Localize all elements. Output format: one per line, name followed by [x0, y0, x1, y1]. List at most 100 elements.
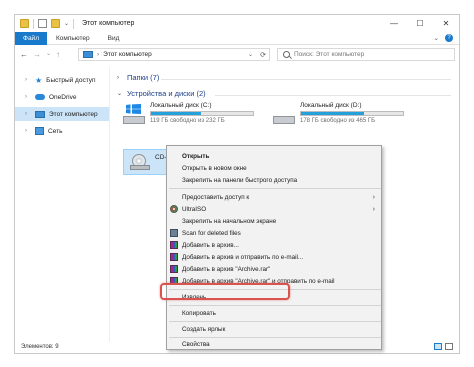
- drive-tray-icon: [130, 165, 150, 170]
- menu-item-copy[interactable]: Копировать: [167, 307, 381, 319]
- ribbon-tabs: Файл Компьютер Вид ⌄ ?: [15, 31, 459, 45]
- menu-divider: [169, 188, 381, 189]
- window-controls: — ☐ ✕: [381, 15, 459, 32]
- chevron-right-icon[interactable]: ›: [25, 128, 31, 134]
- group-divider: [161, 79, 451, 80]
- quick-access-toolbar: ⌄: [15, 18, 75, 29]
- drive-free-space: 119 ГБ свободно из 232 ГБ: [150, 118, 225, 124]
- menu-item-add-archive[interactable]: Добавить в архив...: [167, 239, 381, 251]
- drive-d[interactable]: Локальный диск (D:) 178 ГБ свободно из 4…: [273, 102, 404, 124]
- submenu-arrow-icon: ›: [372, 205, 375, 213]
- cd-drive-icon: [130, 154, 150, 170]
- toolbar-divider: [73, 18, 75, 29]
- maximize-button[interactable]: ☐: [407, 15, 433, 32]
- address-bar-row: ← → ⌄ ↑ › Этот компьютер ⌄ ⟳ Поиск: Этот…: [15, 46, 459, 63]
- up-arrow-icon[interactable]: ↑: [56, 50, 60, 59]
- drive-name: Локальный диск (C:): [150, 102, 212, 109]
- menu-item-pin-start[interactable]: Закрепить на начальном экране: [167, 215, 381, 227]
- menu-item-open-new-window[interactable]: Открыть в новом окне: [167, 162, 381, 174]
- sidebar-item-label: OneDrive: [49, 93, 77, 101]
- chevron-right-icon[interactable]: ›: [25, 111, 31, 117]
- ultraiso-icon: [170, 205, 178, 213]
- menu-item-label: Предоставить доступ к: [182, 193, 250, 201]
- chevron-right-icon[interactable]: ›: [25, 77, 31, 83]
- context-menu: Открыть Открыть в новом окне Закрепить н…: [166, 145, 382, 350]
- winrar-icon: [170, 265, 178, 273]
- large-icons-view-icon[interactable]: [445, 343, 453, 350]
- winrar-icon: [170, 241, 178, 249]
- menu-item-scan-deleted[interactable]: Scan for deleted files: [167, 227, 381, 239]
- sidebar-item-onedrive[interactable]: › OneDrive: [15, 90, 109, 104]
- toolbar-divider: [33, 18, 34, 29]
- hard-drive-icon: [273, 104, 295, 124]
- group-label: Папки (7): [127, 73, 160, 82]
- network-icon: [35, 127, 44, 135]
- search-input[interactable]: Поиск: Этот компьютер: [277, 48, 455, 61]
- breadcrumb[interactable]: Этот компьютер: [103, 51, 152, 58]
- winrar-icon: [170, 253, 178, 261]
- chevron-right-icon[interactable]: ›: [25, 94, 31, 100]
- menu-divider: [169, 305, 381, 306]
- menu-item-create-shortcut[interactable]: Создать ярлык: [167, 323, 381, 335]
- search-placeholder: Поиск: Этот компьютер: [294, 51, 365, 58]
- menu-item-label: Scan for deleted files: [182, 229, 241, 237]
- details-view-icon[interactable]: [434, 343, 442, 350]
- group-header-folders[interactable]: › Папки (7): [117, 73, 159, 82]
- help-icon[interactable]: ?: [445, 34, 453, 42]
- title-bar: ⌄ Этот компьютер — ☐ ✕: [15, 15, 459, 32]
- menu-item-label: Добавить в архив...: [182, 241, 239, 249]
- chevron-right-icon[interactable]: ›: [117, 75, 123, 81]
- breadcrumb-chevron-icon[interactable]: ›: [97, 51, 99, 58]
- sidebar-item-label: Этот компьютер: [49, 110, 98, 118]
- chevron-down-icon[interactable]: ⌄: [117, 90, 123, 97]
- navigation-buttons: ← → ⌄ ↑: [15, 50, 60, 59]
- tab-file[interactable]: Файл: [15, 31, 47, 45]
- hard-drive-icon: [273, 116, 295, 124]
- tab-view[interactable]: Вид: [99, 32, 129, 45]
- drive-usage-bar: [150, 111, 254, 116]
- eject-highlight-outline: [160, 283, 290, 300]
- back-arrow-icon[interactable]: ←: [20, 50, 28, 59]
- item-count: Элементов: 9: [21, 344, 59, 350]
- drive-c[interactable]: Локальный диск (C:) 119 ГБ свободно из 2…: [123, 102, 254, 124]
- refresh-icon[interactable]: ⟳: [260, 51, 266, 59]
- menu-item-properties[interactable]: Свойства: [167, 338, 381, 350]
- address-dropdown-icon[interactable]: ⌄: [248, 51, 253, 58]
- drive-usage-fill: [301, 112, 365, 115]
- folder-icon[interactable]: [20, 19, 29, 28]
- forward-arrow-icon[interactable]: →: [33, 50, 41, 59]
- recent-locations-icon[interactable]: ⌄: [46, 50, 51, 59]
- group-header-devices[interactable]: ⌄ Устройства и диски (2): [117, 89, 206, 98]
- minimize-button[interactable]: —: [381, 15, 407, 32]
- hard-drive-icon: [123, 116, 145, 124]
- customize-toolbar-icon[interactable]: ⌄: [64, 20, 69, 27]
- menu-item-add-archive-rar[interactable]: Добавить в архив "Archive.rar": [167, 263, 381, 275]
- computer-icon: [35, 110, 45, 118]
- close-button[interactable]: ✕: [433, 15, 459, 32]
- menu-item-label: Добавить в архив и отправить по e-mail..…: [182, 253, 304, 261]
- sidebar-item-label: Сеть: [48, 127, 63, 135]
- tab-computer[interactable]: Компьютер: [47, 32, 99, 45]
- view-switcher: [434, 343, 453, 350]
- menu-item-add-archive-email[interactable]: Добавить в архив и отправить по e-mail..…: [167, 251, 381, 263]
- address-field[interactable]: › Этот компьютер ⌄ ⟳: [78, 48, 270, 61]
- expand-ribbon-icon[interactable]: ⌄: [434, 34, 439, 42]
- group-label: Устройства и диски (2): [127, 89, 206, 98]
- properties-icon[interactable]: [38, 19, 47, 28]
- menu-item-give-access[interactable]: Предоставить доступ к ›: [167, 191, 381, 203]
- drive-info: Локальный диск (C:) 119 ГБ свободно из 2…: [150, 102, 254, 124]
- group-divider: [215, 95, 451, 96]
- menu-item-pin-quick-access[interactable]: Закрепить на панели быстрого доступа: [167, 174, 381, 186]
- new-folder-icon[interactable]: [51, 19, 60, 28]
- windows-drive-icon: [123, 104, 145, 124]
- menu-item-open[interactable]: Открыть: [167, 150, 381, 162]
- sidebar-item-this-pc[interactable]: › Этот компьютер: [15, 107, 109, 121]
- menu-item-label: UltraISO: [182, 205, 207, 213]
- menu-item-ultraiso[interactable]: UltraISO ›: [167, 203, 381, 215]
- cloud-icon: [35, 94, 45, 100]
- scan-icon: [170, 229, 178, 237]
- sidebar-item-quick-access[interactable]: › ★ Быстрый доступ: [15, 73, 109, 87]
- drive-info: Локальный диск (D:) 178 ГБ свободно из 4…: [300, 102, 404, 124]
- sidebar-item-network[interactable]: › Сеть: [15, 124, 109, 138]
- submenu-arrow-icon: ›: [372, 193, 375, 201]
